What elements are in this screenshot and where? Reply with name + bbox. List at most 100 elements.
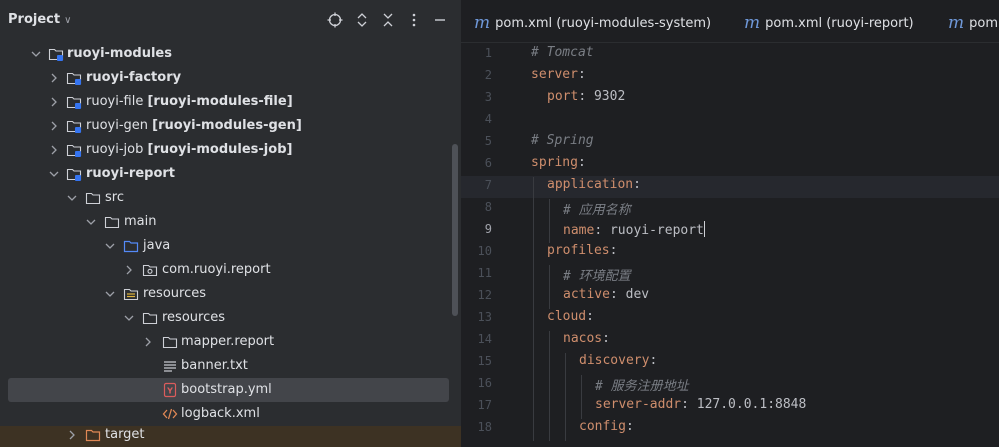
chevron-right-icon[interactable] [123,263,135,277]
yaml-key: active [563,287,610,302]
line-number: 7 [484,178,492,192]
chevron-right-icon[interactable] [66,428,78,442]
folder-icon [142,310,158,326]
tree-node-ruoyi-gen[interactable]: ruoyi-gen [ruoyi-modules-gen] [0,114,452,138]
crosshair-icon[interactable] [327,12,343,28]
tree-node-module-name: [ruoyi-modules-job] [147,142,293,157]
tree-node-ruoyi-file[interactable]: ruoyi-file [ruoyi-modules-file] [0,90,452,114]
code-line: nacos: [563,331,610,346]
tab-pom-modules-gen[interactable]: m pom.xml (ruoyi-modules-gen) [948,12,999,33]
yaml-value: 9302 [593,89,626,104]
tree-node-module-name: [ruoyi-modules-file] [147,94,293,109]
line-number: 6 [484,156,492,170]
yaml-colon: : [602,331,610,346]
yaml-key: profiles [547,243,610,258]
excluded-row-highlight: target [0,426,461,447]
line-number: 2 [484,68,492,82]
excluded-folder-icon [85,427,101,443]
tree-node-resources-root[interactable]: resources [0,282,452,306]
expand-all-icon[interactable] [354,12,370,28]
chevron-down-icon[interactable] [30,47,42,61]
chevron-right-icon[interactable] [48,95,60,109]
package-icon [142,262,158,278]
tree-node-mapper-report[interactable]: mapper.report [0,330,452,354]
tree-node-bootstrap-yml[interactable]: Y bootstrap.yml [8,378,449,402]
yaml-key: server-addr [595,397,682,412]
yaml-comment: # 应用名称 [563,203,631,218]
tree-node-ruoyi-modules[interactable]: ruoyi-modules [0,42,452,66]
code-line: name: ruoyi-report [563,221,705,238]
module-folder-icon [66,166,82,182]
tree-node-label: java [143,238,171,253]
yaml-colon: : [577,67,586,82]
line-number: 16 [477,376,492,390]
tree-node-src[interactable]: src [0,186,452,210]
yaml-key: nacos [563,331,603,346]
code-line: server: [531,67,586,82]
code-line: application: [547,177,641,192]
chevron-down-icon[interactable] [104,239,116,253]
module-folder-icon [66,118,82,134]
tree-node-java[interactable]: java [0,234,452,258]
tree-node-banner-txt[interactable]: banner.txt [0,354,452,378]
project-title: Project [8,12,61,27]
indent-guide [565,353,566,441]
yaml-key: discovery [579,353,650,368]
yaml-colon: : [681,397,689,412]
chevron-down-icon[interactable] [66,191,78,205]
chevron-down-icon[interactable] [123,311,135,325]
chevron-right-icon[interactable] [142,335,154,349]
tree-node-label: com.ruoyi.report [162,262,271,277]
line-number: 17 [477,398,492,412]
chevron-right-icon[interactable] [48,71,60,85]
project-panel-header: Project ∨ [0,0,461,42]
tree-node-ruoyi-job[interactable]: ruoyi-job [ruoyi-modules-job] [0,138,452,162]
tree-node-label-group: ruoyi-gen [ruoyi-modules-gen] [86,118,302,133]
yaml-key: cloud [547,309,587,324]
code-line: profiles: [547,243,617,258]
tree-node-label: ruoyi-gen [86,118,149,133]
chevron-down-icon[interactable] [104,287,116,301]
chevron-right-icon[interactable] [48,143,60,157]
tab-pom-ruoyi-report[interactable]: m pom.xml (ruoyi-report) [744,12,914,33]
yaml-key: spring [531,155,578,170]
yaml-colon: : [609,287,618,302]
project-view-selector[interactable]: Project ∨ [8,12,71,27]
tree-node-resources[interactable]: resources [0,306,452,330]
tree-node-module-name: [ruoyi-modules-gen] [152,118,302,133]
project-panel: Project ∨ ruoyi-modules ruoyi-factory ru… [0,0,461,447]
code-line: # Spring [531,133,594,148]
tree-node-ruoyi-report[interactable]: ruoyi-report [0,162,452,186]
line-number: 3 [484,90,492,104]
line-number: 18 [477,420,492,434]
yaml-comment: # 环境配置 [563,269,631,284]
code-line: active: dev [563,287,649,302]
text-file-icon [162,358,178,374]
chevron-down-icon[interactable] [85,215,97,229]
tab-pom-modules-system[interactable]: m pom.xml (ruoyi-modules-system) [474,12,711,33]
yaml-value: dev [625,287,650,302]
code-line: config: [579,419,634,434]
yaml-key: name [563,223,595,238]
editor-tab-bar: m pom.xml (ruoyi-modules-system) m pom.xml… [461,0,999,43]
module-folder-icon [66,70,82,86]
collapse-all-icon[interactable] [380,12,396,28]
tree-node-com-ruoyi-report[interactable]: com.ruoyi.report [0,258,452,282]
chevron-down-icon[interactable] [48,167,60,181]
svg-text:Y: Y [166,387,173,396]
tree-scrollbar[interactable] [452,144,458,316]
tree-node-main[interactable]: main [0,210,452,234]
module-folder-icon [48,46,64,62]
tree-node-label: resources [162,310,226,325]
tree-node-ruoyi-factory[interactable]: ruoyi-factory [0,66,452,90]
chevron-right-icon[interactable] [48,119,60,133]
tree-node-label: target [105,427,145,442]
maven-icon: m [744,13,761,33]
hide-icon[interactable] [432,12,448,28]
more-icon[interactable] [406,12,422,28]
yaml-key: server [531,67,578,82]
yaml-colon: : [625,419,634,434]
code-line: port: 9302 [547,89,625,104]
tree-node-target[interactable]: target [0,426,452,447]
maven-icon: m [474,13,491,33]
